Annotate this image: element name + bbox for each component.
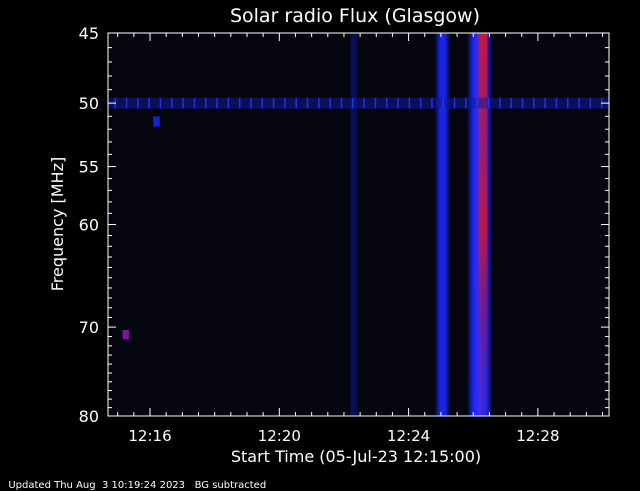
- footer-note: BG subtracted: [194, 480, 267, 491]
- interference-dash: [533, 97, 535, 109]
- y-tick-label: 50: [79, 94, 99, 113]
- interference-dash: [125, 97, 128, 109]
- chart-title: Solar radio Flux (Glasgow): [230, 5, 480, 27]
- feature-spot-1: [122, 329, 130, 340]
- interference-dash: [193, 97, 196, 109]
- interference-dash: [238, 97, 241, 109]
- interference-dash: [442, 97, 445, 109]
- interference-dash: [171, 97, 173, 109]
- interference-dash: [216, 97, 218, 109]
- feature-spot-2: [153, 116, 160, 127]
- interference-dash: [204, 97, 207, 109]
- interference-dash: [431, 97, 433, 109]
- interference-dash: [318, 97, 320, 109]
- interference-dash: [385, 97, 388, 109]
- interference-dash: [272, 97, 275, 109]
- interference-dash: [352, 97, 354, 109]
- x-tick-label: 12:20: [258, 427, 301, 445]
- interference-dash: [148, 97, 150, 109]
- feature-burst-a: [434, 33, 451, 416]
- interference-dash: [137, 97, 139, 109]
- footer: Updated Thu Aug 3 10:19:24 2023 BG subtr…: [2, 469, 266, 491]
- spectrogram-chart: Solar radio Flux (Glasgow) 12:16 12:20 12:…: [48, 5, 610, 466]
- feature-burst-b-core: [478, 33, 488, 416]
- y-tick-label: 80: [79, 407, 99, 426]
- interference-dash: [182, 97, 184, 109]
- interference-dash: [419, 97, 422, 109]
- interference-dash: [284, 97, 286, 109]
- interference-dash: [340, 97, 343, 109]
- interference-dash: [544, 97, 546, 109]
- y-tick-label: 55: [79, 158, 99, 177]
- interference-dash: [397, 97, 399, 109]
- x-axis-label: Start Time (05-Jul-23 12:15:00): [231, 447, 481, 466]
- interference-dash: [476, 97, 478, 109]
- y-tick-label: 60: [79, 216, 99, 235]
- footer-updated: Updated Thu Aug 3 10:19:24 2023: [8, 480, 186, 491]
- interference-dash: [250, 97, 252, 109]
- x-tick-label: 12:28: [516, 427, 559, 445]
- interference-dash: [306, 97, 309, 109]
- interference-dash: [589, 97, 592, 109]
- interference-dash: [487, 97, 490, 109]
- feature-faint-line: [350, 33, 357, 416]
- y-tick-label: 45: [79, 24, 99, 43]
- x-tick-label: 12:24: [387, 427, 430, 445]
- y-axis-label: Frequency [MHz]: [48, 157, 67, 291]
- interference-dash: [465, 97, 467, 109]
- interference-dash: [159, 97, 162, 109]
- plot-area: [108, 33, 609, 416]
- interference-dash: [521, 97, 524, 109]
- interference-dash: [555, 97, 558, 109]
- y-tick-label: 70: [79, 318, 99, 337]
- interference-dash: [295, 97, 297, 109]
- interference-dash: [408, 97, 411, 109]
- interference-dash: [453, 97, 456, 109]
- interference-dash: [510, 97, 512, 109]
- interference-dash: [329, 97, 331, 109]
- interference-dash: [363, 97, 365, 109]
- interference-dash: [499, 97, 501, 109]
- x-tick-label: 12:16: [128, 427, 171, 445]
- interference-dash: [261, 97, 264, 109]
- interference-dash: [227, 97, 230, 109]
- interference-dash: [566, 97, 569, 109]
- interference-dash: [374, 97, 377, 109]
- interference-dash: [578, 97, 580, 109]
